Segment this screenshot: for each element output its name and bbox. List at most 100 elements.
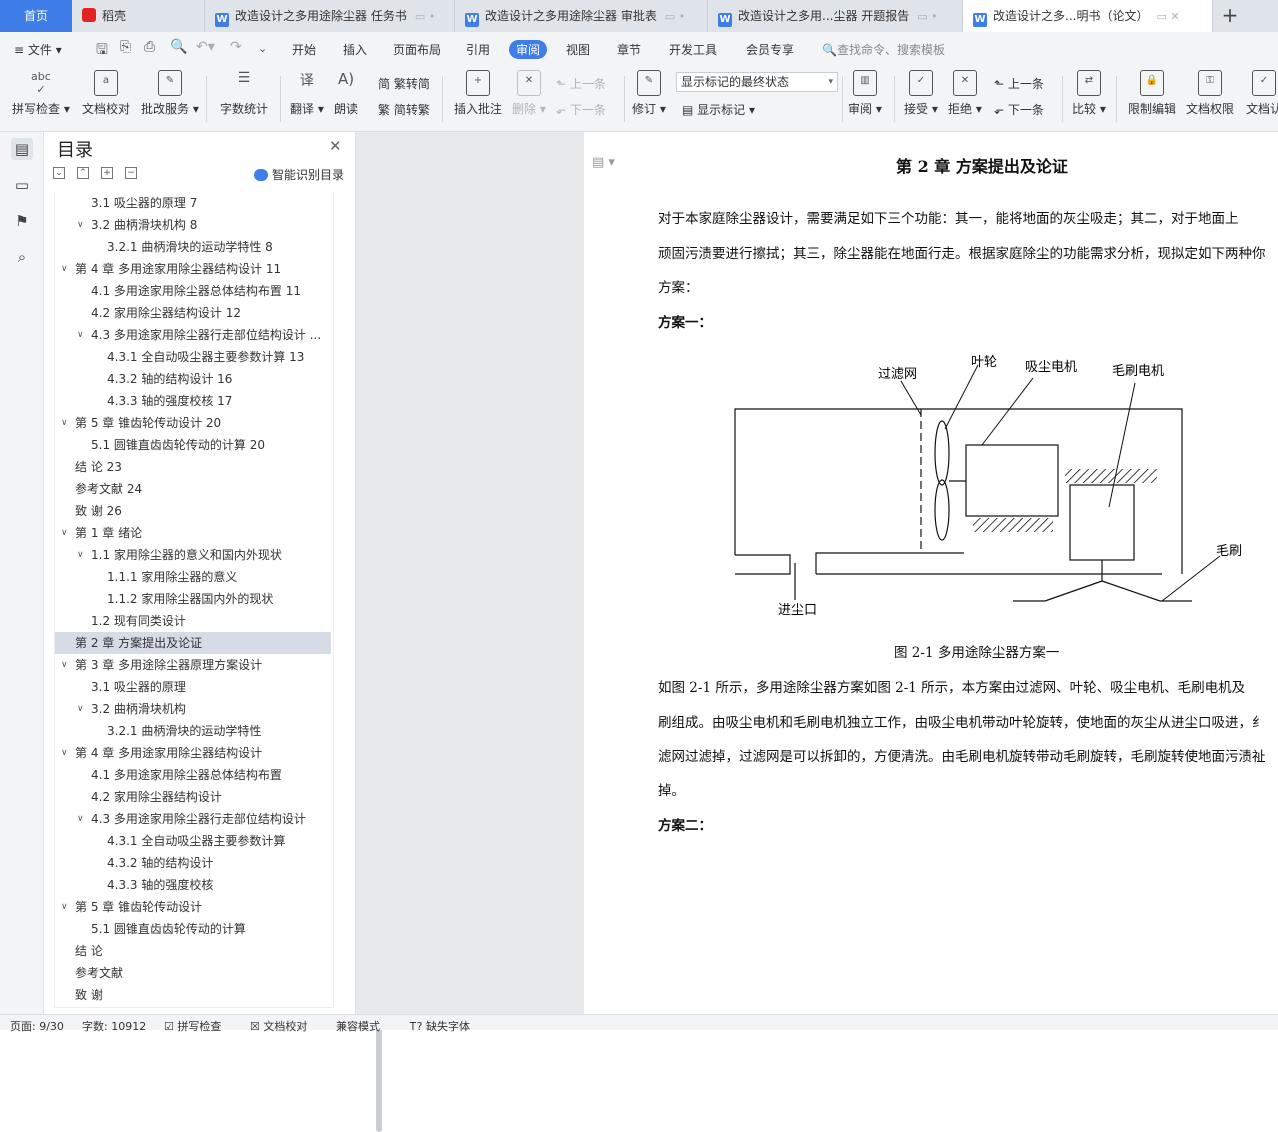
toc-item[interactable]: ∨ 1.1 家用除尘器的意义和国内外现状	[55, 544, 331, 566]
add-heading-icon[interactable]: +	[101, 167, 113, 179]
toc-item[interactable]: ∨ 3.2 曲柄滑块机构 8	[55, 214, 331, 236]
command-search[interactable]: 🔍查找命令、搜索模板	[822, 41, 945, 58]
toc-item[interactable]: 1.1.2 家用除尘器国内外的现状	[55, 588, 331, 610]
toc-item[interactable]: ∨ 第 4 章 多用途家用除尘器结构设计	[55, 742, 331, 764]
paragraph-line[interactable]: 对于本家庭除尘器设计，需要满足如下三个功能：其一，能将地面的灰尘吸走；其二，对于…	[658, 207, 1239, 227]
tab-daoke[interactable]: 稻壳	[72, 0, 205, 32]
print-icon[interactable]: ⎙	[144, 39, 155, 55]
simp-to-trad-button[interactable]: 繁 简转繁	[378, 101, 430, 118]
toc-item[interactable]: 4.3.1 全自动吸尘器主要参数计算 13	[55, 346, 331, 368]
toc-item[interactable]: ∨ 第 5 章 锥齿轮传动设计	[55, 896, 331, 918]
toc-panel-icon[interactable]: ▤	[11, 138, 33, 160]
read-aloud-button[interactable]: A) 朗读	[334, 70, 358, 117]
menu-review[interactable]: 审阅	[509, 40, 548, 59]
toc-item[interactable]: 3.2.1 曲柄滑块的运动学特性	[55, 720, 331, 742]
menu-chapter[interactable]: 章节	[617, 41, 641, 58]
toc-item[interactable]: ∨ 3.2 曲柄滑块机构	[55, 698, 331, 720]
menu-insert[interactable]: 插入	[343, 41, 367, 58]
chevron-down-icon[interactable]: ∨	[77, 698, 84, 720]
menu-start[interactable]: 开始	[292, 41, 316, 58]
file-menu[interactable]: ≡ 文件 ▾	[14, 41, 62, 58]
print-preview-icon[interactable]: 🔍	[170, 39, 187, 55]
toc-item[interactable]: 第 2 章 方案提出及论证	[55, 632, 331, 654]
toc-item[interactable]: 4.1 多用途家用除尘器总体结构布置	[55, 764, 331, 786]
chevron-down-icon[interactable]: ∨	[61, 654, 68, 676]
paragraph-line[interactable]: 方案：	[658, 276, 699, 296]
toc-item[interactable]: 4.3.3 轴的强度校核 17	[55, 390, 331, 412]
restrict-edit-button[interactable]: 🔒 限制编辑	[1128, 70, 1176, 117]
prev-change-button[interactable]: ⬑ 上一条	[994, 75, 1044, 92]
chapter-nav-icon[interactable]: ▭	[11, 174, 33, 196]
accept-button[interactable]: ✓ 接受 ▾	[904, 70, 938, 117]
delete-comment-button[interactable]: ✕ 删除 ▾	[512, 70, 546, 117]
insert-comment-button[interactable]: + 插入批注	[454, 70, 502, 117]
next-comment-button[interactable]: ⬐ 下一条	[556, 101, 606, 118]
toc-item[interactable]: ∨ 第 1 章 绪论	[55, 522, 331, 544]
chevron-down-icon[interactable]: ∨	[77, 214, 84, 236]
bookmark-icon[interactable]: ⚑	[11, 210, 33, 232]
toc-item[interactable]: 结 论 23	[55, 456, 331, 478]
search-icon[interactable]: ⌕	[11, 246, 33, 268]
status-spell-check[interactable]: ☑ 拼写检查	[164, 1018, 221, 1034]
close-icon[interactable]: ▭ ✕	[1156, 10, 1179, 23]
toc-item[interactable]: 致 谢 26	[55, 500, 331, 522]
add-tab-button[interactable]: +	[1218, 0, 1242, 32]
expand-all-icon[interactable]: ⌄	[53, 167, 65, 179]
compare-button[interactable]: ⇄ 比较 ▾	[1072, 70, 1106, 117]
figure-caption[interactable]: 图 2-1 多用途除尘器方案一	[894, 641, 1059, 661]
toc-item[interactable]: 3.2.1 曲柄滑块的运动学特性 8	[55, 236, 331, 258]
tab-home[interactable]: 首页	[0, 0, 72, 32]
toc-item[interactable]: 4.2 家用除尘器结构设计 12	[55, 302, 331, 324]
track-changes-button[interactable]: ✎ 修订 ▾	[632, 70, 666, 117]
status-doc-proof[interactable]: ☒ 文档校对	[250, 1018, 307, 1034]
collapse-all-icon[interactable]: ⌃	[77, 167, 89, 179]
menu-page-layout[interactable]: 页面布局	[393, 41, 441, 58]
chevron-down-icon[interactable]: ∨	[61, 412, 68, 434]
menu-view[interactable]: 视图	[566, 41, 590, 58]
word-count-button[interactable]: ☰ 字数统计	[220, 70, 268, 117]
remove-heading-icon[interactable]: −	[125, 167, 137, 179]
toc-item[interactable]: 4.1 多用途家用除尘器总体结构布置 11	[55, 280, 331, 302]
trad-to-simp-button[interactable]: 简 繁转简	[378, 75, 430, 92]
chevron-down-icon[interactable]: ∨	[61, 896, 68, 918]
toc-item[interactable]: 5.1 圆锥直齿齿轮传动的计算	[55, 918, 331, 940]
paragraph-line[interactable]: 顽固污渍要进行擦拭；其三，除尘器能在地面行走。根据家庭除尘的功能需求分析，现拟定…	[658, 242, 1266, 262]
save-icon[interactable]: 🖫	[96, 39, 108, 63]
scheme-one-heading[interactable]: 方案一：	[658, 311, 712, 331]
toc-item[interactable]: 3.1 吸尘器的原理 7	[55, 192, 331, 214]
review-pane-button[interactable]: ▥ 审阅 ▾	[848, 70, 882, 117]
show-marks-button[interactable]: ▤ 显示标记 ▾	[682, 101, 755, 118]
doc-rights-button[interactable]: ⚿ 文档权限	[1186, 70, 1234, 117]
display-state-select[interactable]: 显示标记的最终状态 ▾	[676, 72, 838, 92]
chevron-down-icon[interactable]: ∨	[61, 522, 68, 544]
toc-item[interactable]: ∨ 第 3 章 多用途除尘器原理方案设计	[55, 654, 331, 676]
next-change-button[interactable]: ⬐ 下一条	[994, 101, 1044, 118]
toc-item[interactable]: 3.1 吸尘器的原理	[55, 676, 331, 698]
chevron-down-icon[interactable]: ∨	[77, 808, 84, 830]
toc-item[interactable]: 4.3.2 轴的结构设计	[55, 852, 331, 874]
toc-item[interactable]: 4.3.1 全自动吸尘器主要参数计算	[55, 830, 331, 852]
paragraph-line[interactable]: 掉。	[658, 779, 685, 799]
paragraph-line[interactable]: 如图 2-1 所示，多用途除尘器方案如图 2-1 所示，本方案由过滤网、叶轮、吸…	[658, 676, 1245, 696]
menu-member[interactable]: 会员专享	[746, 41, 794, 58]
translate-button[interactable]: 译翻译 ▾	[290, 70, 324, 117]
toc-item[interactable]: ∨ 第 4 章 多用途家用除尘器结构设计 11	[55, 258, 331, 280]
tab-proposal-report[interactable]: W 改造设计之多用...尘器 开题报告 ▭ •	[708, 0, 963, 32]
missing-font-button[interactable]: Ꭲ? 缺失字体	[410, 1018, 470, 1034]
word-count-indicator[interactable]: 字数: 10912	[82, 1018, 146, 1034]
more-icon[interactable]: ⌄	[258, 42, 267, 55]
toc-item[interactable]: ∨ 第 5 章 锥齿轮传动设计 20	[55, 412, 331, 434]
toc-item[interactable]: 致 谢	[55, 984, 331, 1006]
doc-cert-button[interactable]: ✓ 文档认	[1246, 70, 1278, 117]
redo-icon[interactable]: ↷	[230, 39, 242, 55]
reject-button[interactable]: ✕ 拒绝 ▾	[948, 70, 982, 117]
paragraph-line[interactable]: 刷组成。由吸尘电机和毛刷电机独立工作，由吸尘电机带动叶轮旋转，使地面的灰尘从进尘…	[658, 711, 1266, 731]
annotate-service-button[interactable]: ✎ 批改服务 ▾	[141, 70, 199, 117]
chevron-down-icon[interactable]: ∨	[61, 258, 68, 280]
toc-item[interactable]: ∨ 4.3 多用途家用除尘器行走部位结构设计	[55, 808, 331, 830]
toc-item[interactable]: ∨ 4.3 多用途家用除尘器行走部位结构设计 ...	[55, 324, 331, 346]
smart-toc-button[interactable]: 智能识别目录	[254, 166, 344, 183]
close-icon[interactable]: ✕	[329, 137, 342, 155]
paragraph-line[interactable]: 滤网过滤掉，过滤网是可以拆卸的，方便清洗。由毛刷电机旋转带动毛刷旋转，毛刷旋转使…	[658, 745, 1266, 765]
tab-approval-form[interactable]: W 改造设计之多用途除尘器 审批表 ▭ •	[455, 0, 708, 32]
